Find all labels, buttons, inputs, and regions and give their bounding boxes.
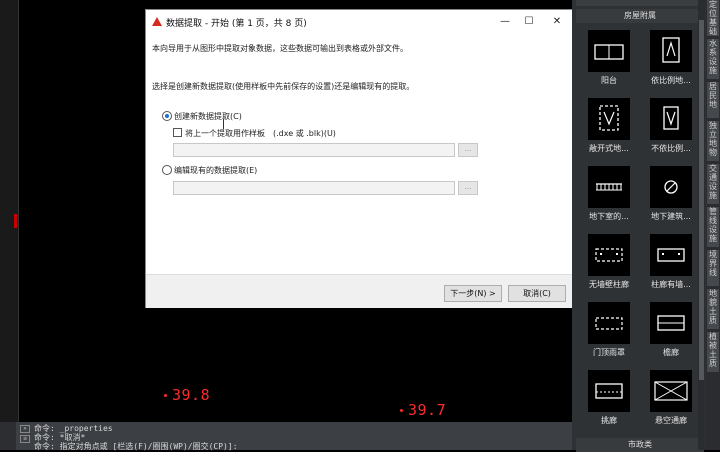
data-extraction-dialog: 数据提取 - 开始 (第 1 页，共 8 页) — ☐ ✕ 本向导用于从图形中提… (145, 9, 575, 308)
command-grip[interactable] (0, 422, 16, 450)
palette-item[interactable]: 不依比例... (638, 94, 696, 158)
create-radio-label[interactable]: 创建新数据提取(C) (174, 111, 242, 122)
use-template-label[interactable]: 将上一个提取用作样板 (.dxe 或 .blk)(U) (185, 128, 336, 139)
overhang-icon (588, 370, 630, 412)
close-icon[interactable]: ✕ (20, 425, 30, 433)
palette-item[interactable]: 悬空通廊 (638, 366, 696, 430)
tab-定位基础[interactable]: 定位基础 (707, 0, 719, 36)
skyway-icon (650, 370, 692, 412)
palette-item[interactable]: 敞开式地... (576, 94, 634, 158)
walled-colonnade-icon (650, 234, 692, 276)
existing-extraction-field[interactable] (173, 181, 455, 195)
close-button[interactable]: ✕ (546, 13, 568, 31)
open-ground-icon (588, 98, 630, 140)
scaled-ground-icon (650, 30, 692, 72)
question-text: 选择是创建新数据提取(使用样板中先前保存的设置)还是编辑现有的提取。 (152, 82, 415, 91)
basement-icon (588, 166, 630, 208)
create-radio[interactable] (162, 111, 172, 121)
dialog-footer: 下一步(N) > 取消(C) (146, 274, 574, 308)
tool-palette: 房屋附属 阳台 依比例地... 敞开式地... 不依比例... 地下室的... … (572, 0, 720, 452)
palette-grid: 阳台 依比例地... 敞开式地... 不依比例... 地下室的... 地下建筑.… (576, 26, 704, 430)
command-history-line: 命令: 指定对角点或 [栏选(F)/圈围(WP)/圈交(CP)]: (34, 442, 238, 451)
palette-item[interactable]: 依比例地... (638, 26, 696, 90)
palette-top-strip (576, 0, 704, 6)
palette-item[interactable]: 阳台 (576, 26, 634, 90)
tab-地貌土质[interactable]: 地貌土质 (707, 289, 719, 329)
palette-item[interactable]: 柱廊有墙... (638, 230, 696, 294)
dialog-titlebar[interactable]: 数据提取 - 开始 (第 1 页，共 8 页) — ☐ ✕ (146, 10, 574, 34)
veranda-icon (650, 302, 692, 344)
minimize-button[interactable]: — (494, 13, 516, 31)
underground-icon (650, 166, 692, 208)
point-marker (400, 409, 403, 412)
cancel-button[interactable]: 取消(C) (508, 285, 566, 302)
command-line[interactable]: ✕ ≡ 命令: _properties 命令: *取消* 命令: 指定对角点或 … (0, 422, 572, 451)
palette-item[interactable]: 檐廊 (638, 298, 696, 362)
palette-item[interactable]: 地下建筑... (638, 162, 696, 226)
intro-text: 本向导用于从图形中提取对象数据，这些数据可输出到表格或外部文件。 (152, 44, 408, 53)
autocad-logo-icon (152, 17, 162, 26)
tab-植被土质[interactable]: 植被土质 (707, 332, 719, 372)
red-marker (14, 214, 17, 228)
use-template-checkbox[interactable] (173, 128, 182, 137)
elevation-label: 39.8 (172, 386, 211, 404)
settings-icon[interactable]: ≡ (20, 435, 30, 443)
tab-居民地[interactable]: 居民地 (707, 82, 719, 118)
scrollbar-thumb[interactable] (699, 20, 704, 380)
palette-item[interactable]: 地下室的... (576, 162, 634, 226)
palette-item[interactable]: 无墙壁柱廊 (576, 230, 634, 294)
point-marker (164, 394, 167, 397)
edit-radio[interactable] (162, 165, 172, 175)
template-path-field[interactable] (173, 143, 455, 157)
palette-item[interactable]: 挑廊 (576, 366, 634, 430)
existing-browse-button[interactable]: ... (458, 181, 478, 195)
tab-管线设施[interactable]: 管线设施 (707, 207, 719, 247)
tab-水系设施[interactable]: 水系设施 (707, 39, 719, 79)
tab-境界线[interactable]: 境界线 (707, 250, 719, 286)
palette-item[interactable]: 门顶雨罩 (576, 298, 634, 362)
edit-radio-label[interactable]: 编辑现有的数据提取(E) (174, 165, 257, 176)
template-browse-button[interactable]: ... (458, 143, 478, 157)
tab-交通设施[interactable]: 交通设施 (707, 164, 719, 204)
balcony-icon (588, 30, 630, 72)
unscaled-icon (650, 98, 692, 140)
tab-独立地物[interactable]: 独立地物 (707, 121, 719, 161)
canopy-icon (588, 302, 630, 344)
palette-section-header: 房屋附属 (576, 9, 704, 23)
dialog-title: 数据提取 - 开始 (第 1 页，共 8 页) (166, 19, 307, 29)
colonnade-icon (588, 234, 630, 276)
elevation-label: 39.7 (408, 401, 447, 419)
text-cursor-icon (223, 119, 224, 129)
maximize-button[interactable]: ☐ (518, 13, 540, 31)
palette-scrollbar[interactable] (698, 0, 705, 450)
dialog-body: 本向导用于从图形中提取对象数据，这些数据可输出到表格或外部文件。 选择是创建新数… (146, 34, 574, 308)
left-ruler (0, 0, 19, 422)
next-button[interactable]: 下一步(N) > (444, 285, 502, 302)
palette-tabs: 定位基础 水系设施 居民地 独立地物 交通设施 管线设施 境界线 地貌土质 植被… (706, 0, 720, 450)
